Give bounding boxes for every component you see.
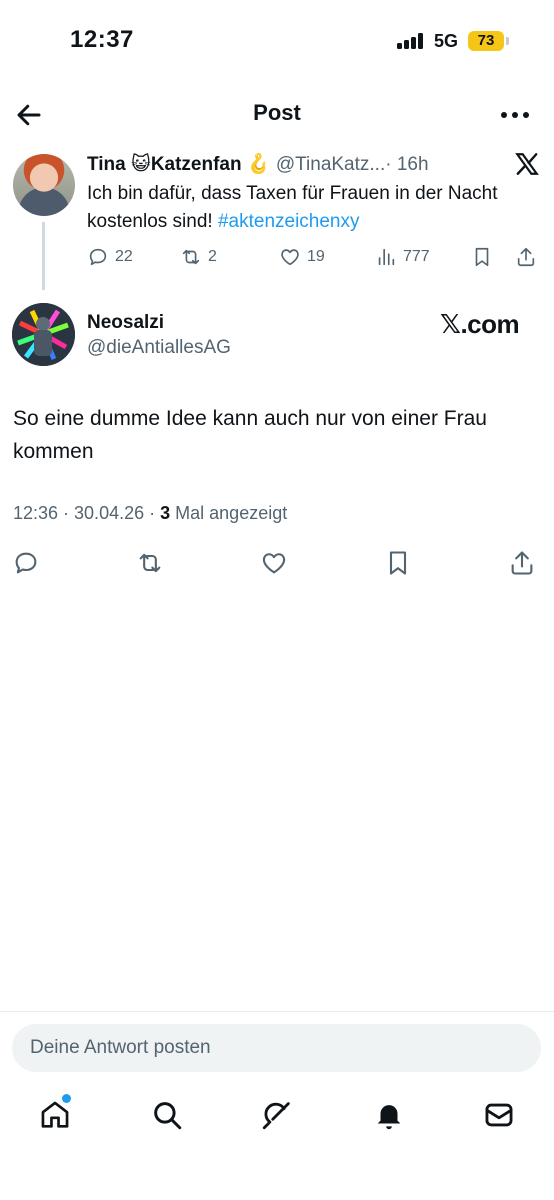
bookmark-icon	[389, 551, 407, 575]
reply-count: 22	[115, 248, 133, 265]
reply-button[interactable]	[12, 549, 42, 579]
like-button[interactable]: 19	[279, 244, 325, 270]
parent-tweet-text: Ich bin dafür, dass Taxen für Frauen in …	[87, 183, 498, 232]
page-title: Post	[253, 100, 301, 125]
search-icon	[154, 1102, 182, 1130]
grok-icon	[262, 1102, 290, 1130]
avatar-graphic	[12, 303, 75, 366]
reply-icon	[89, 248, 107, 266]
tab-search[interactable]	[150, 1098, 186, 1134]
view-count: 3	[160, 503, 171, 523]
x-logo-icon	[515, 153, 539, 175]
repost-count: 2	[208, 248, 217, 265]
more-button[interactable]	[500, 104, 530, 126]
reply-input[interactable]	[12, 1024, 541, 1072]
tab-home[interactable]	[38, 1098, 74, 1134]
hook-emoji: 🪝	[246, 154, 271, 175]
views-button[interactable]: 777	[375, 244, 430, 270]
hashtag-link[interactable]: #aktenzeichenxy	[218, 211, 360, 232]
share-button[interactable]	[508, 549, 538, 579]
avatar[interactable]	[12, 303, 75, 366]
battery-indicator: 73	[468, 31, 504, 51]
signal-icon	[397, 33, 427, 49]
repost-button[interactable]	[136, 549, 166, 579]
like-count: 19	[307, 248, 325, 265]
status-time: 12:37	[70, 26, 134, 53]
tab-messages[interactable]	[482, 1098, 518, 1134]
author-name[interactable]: Tina 😺Katzenfan 🪝	[87, 154, 271, 175]
post-time: · 16h	[385, 154, 429, 175]
tweet-text: So eine dumme Idee kann auch nur von ein…	[13, 407, 487, 463]
views-count: 777	[403, 248, 430, 265]
analytics-icon	[378, 248, 395, 266]
share-button[interactable]	[515, 244, 537, 270]
author-handle[interactable]: @dieAntiallesAG	[87, 337, 231, 359]
bookmark-icon	[475, 247, 489, 267]
heart-icon	[281, 249, 299, 266]
heart-icon	[262, 553, 286, 574]
reply-icon	[15, 552, 37, 574]
bookmark-button[interactable]	[384, 549, 414, 579]
battery-tip	[506, 37, 509, 45]
reply-button[interactable]: 22	[87, 244, 133, 270]
author-name[interactable]: Neosalzi	[87, 312, 164, 334]
tab-notifications[interactable]	[372, 1098, 408, 1134]
avatar[interactable]	[13, 154, 75, 216]
home-notification-dot	[62, 1094, 71, 1103]
x-brand-label: 𝕏.com	[440, 309, 520, 339]
notifications-icon	[377, 1105, 401, 1130]
share-icon	[517, 247, 535, 267]
share-icon	[511, 551, 533, 575]
tweet-meta: 12:36 · 30.04.26 · 3 Mal angezeigt	[13, 503, 288, 523]
repost-icon	[182, 249, 200, 265]
repost-button[interactable]: 2	[180, 244, 217, 270]
like-button[interactable]	[260, 549, 290, 579]
home-icon	[41, 1101, 69, 1128]
parent-tweet-header: Tina 😺Katzenfan 🪝 @TinaKatz...· 16h	[87, 152, 429, 176]
bookmark-button[interactable]	[471, 244, 493, 270]
more-horizontal-icon	[501, 112, 529, 118]
author-handle[interactable]: @TinaKatz...	[276, 154, 385, 175]
thread-line	[42, 222, 45, 290]
cat-emoji: 😺	[131, 154, 151, 175]
tab-grok[interactable]	[260, 1098, 296, 1134]
network-label: 5G	[434, 31, 459, 51]
repost-icon	[139, 553, 161, 573]
messages-icon	[485, 1103, 513, 1127]
divider	[0, 1011, 554, 1012]
